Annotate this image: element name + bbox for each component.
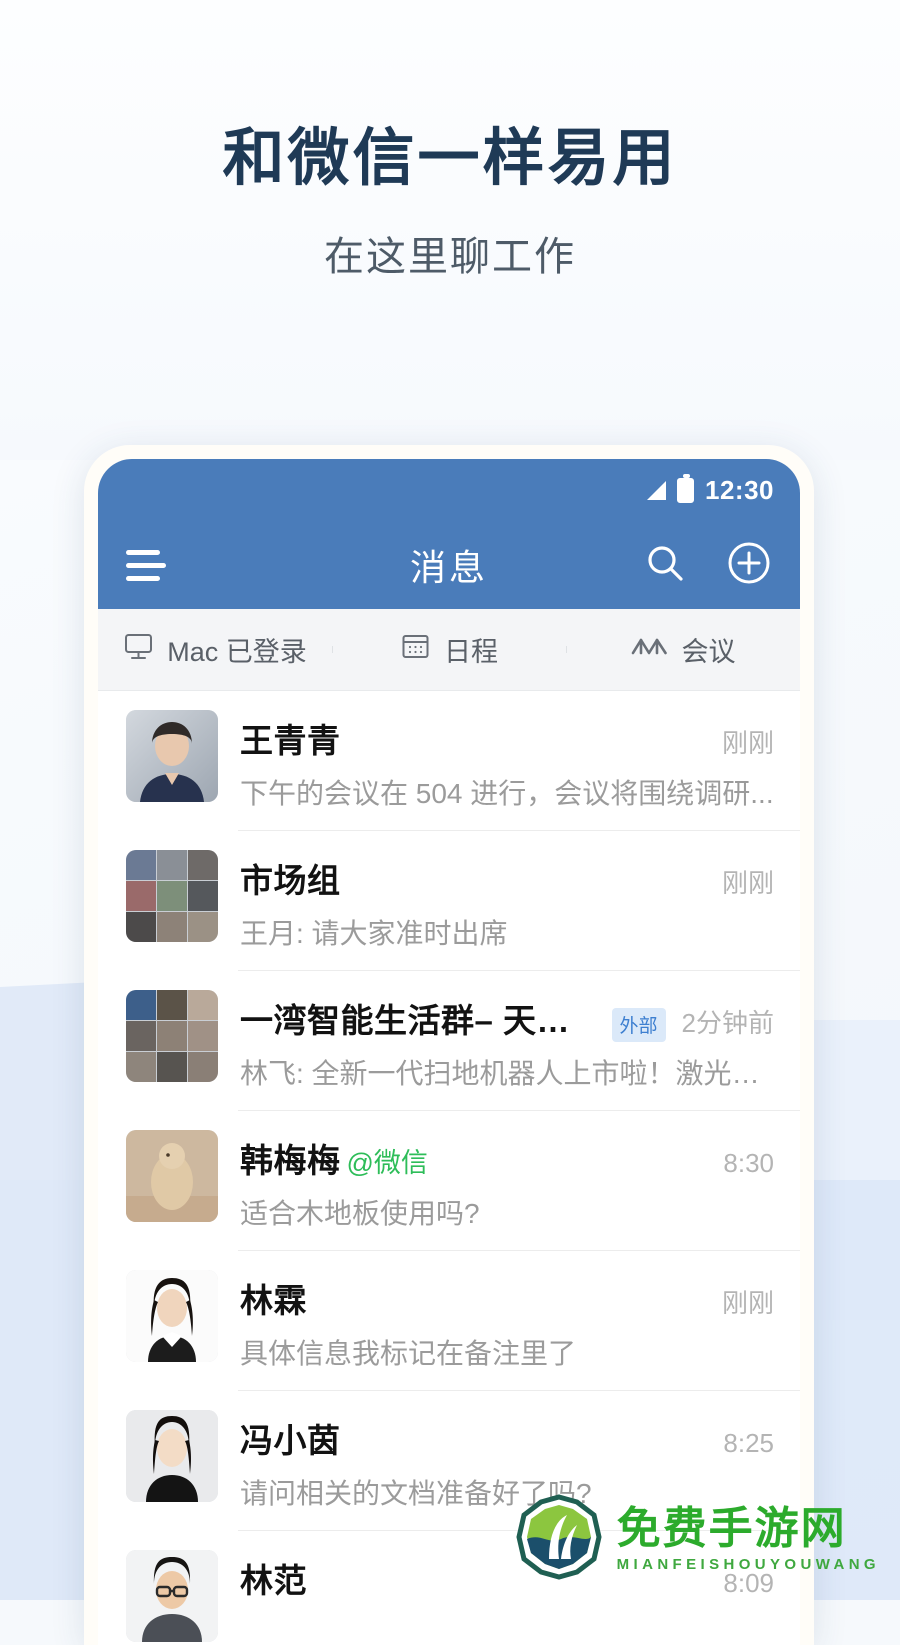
chat-time: 8:30 xyxy=(707,1148,774,1179)
avatar-cell xyxy=(126,1052,156,1082)
chat-name: 冯小茵 xyxy=(240,1414,341,1462)
page-title: 和微信一样易用 xyxy=(0,120,900,198)
chat-header-line: 林范 8:09 xyxy=(240,1554,774,1602)
chat-preview: 王月: 请大家准时出席 xyxy=(240,912,774,952)
chat-header-line: 韩梅梅 @微信 8:30 xyxy=(240,1134,774,1182)
calendar-icon xyxy=(400,631,431,669)
phone-screen: 12:30 消息 xyxy=(98,459,800,1645)
avatar-cell xyxy=(157,1021,187,1051)
status-bar-time: 12:30 xyxy=(705,475,774,506)
chat-preview: 下午的会议在 504 进行，会议将围绕调研... xyxy=(240,772,774,812)
avatar xyxy=(126,1270,218,1362)
chat-name: 一湾智能生活群– 天河店 xyxy=(240,994,600,1042)
avatar-cell xyxy=(126,990,156,1020)
avatar-cell xyxy=(157,850,187,880)
quick-action-label: 会议 xyxy=(682,630,736,669)
chat-name: 市场组 xyxy=(240,854,341,902)
monitor-icon xyxy=(123,631,154,669)
meeting-icon xyxy=(631,632,669,667)
avatar-cell xyxy=(126,1021,156,1051)
quick-action-label: 日程 xyxy=(444,630,498,669)
chat-time: 刚刚 xyxy=(706,1283,774,1320)
chat-header-line: 王青青 刚刚 xyxy=(240,714,774,762)
chat-name: 韩梅梅 xyxy=(240,1134,341,1182)
battery-icon xyxy=(677,478,694,503)
chat-name: 林霖 xyxy=(240,1274,307,1322)
avatar-cell xyxy=(188,1021,218,1051)
avatar-cell xyxy=(157,881,187,911)
chat-list-item[interactable]: 王青青 刚刚 下午的会议在 504 进行，会议将围绕调研... xyxy=(98,691,800,831)
chat-time: 8:09 xyxy=(707,1568,774,1599)
avatar-cell xyxy=(157,990,187,1020)
chat-content: 林范 8:09 xyxy=(240,1550,774,1602)
app-bar: 消息 xyxy=(98,521,800,609)
avatar-cell xyxy=(188,990,218,1020)
chat-content: 王青青 刚刚 下午的会议在 504 进行，会议将围绕调研... xyxy=(240,710,774,812)
chat-preview: 林飞: 全新一代扫地机器人上市啦！激光测... xyxy=(240,1052,774,1092)
chat-list-item[interactable]: 市场组 刚刚 王月: 请大家准时出席 xyxy=(98,831,800,971)
avatar-cell xyxy=(188,881,218,911)
quick-action-schedule[interactable]: 日程 xyxy=(332,630,566,669)
plus-circle-icon[interactable] xyxy=(726,540,772,591)
hamburger-line xyxy=(126,576,160,581)
chat-header-line: 冯小茵 8:25 xyxy=(240,1414,774,1462)
chat-content: 韩梅梅 @微信 8:30 适合木地板使用吗? xyxy=(240,1130,774,1232)
quick-action-bar: Mac 已登录 日程 xyxy=(98,609,800,691)
chat-header-line: 市场组 刚刚 xyxy=(240,854,774,902)
avatar xyxy=(126,1410,218,1502)
wechat-source-tag: @微信 xyxy=(347,1141,428,1180)
avatar-cell xyxy=(188,850,218,880)
hamburger-line xyxy=(126,563,166,568)
chat-list: 王青青 刚刚 下午的会议在 504 进行，会议将围绕调研... xyxy=(98,691,800,1645)
hamburger-line xyxy=(126,550,160,555)
chat-name: 林范 xyxy=(240,1554,307,1602)
quick-action-label: Mac 已登录 xyxy=(167,630,307,669)
avatar-cell xyxy=(126,881,156,911)
chat-list-item[interactable]: 韩梅梅 @微信 8:30 适合木地板使用吗? xyxy=(98,1111,800,1251)
chat-content: 市场组 刚刚 王月: 请大家准时出席 xyxy=(240,850,774,952)
avatar-cell xyxy=(157,912,187,942)
avatar xyxy=(126,850,218,942)
hero-section: 和微信一样易用 在这里聊工作 xyxy=(0,120,900,282)
chat-time: 8:25 xyxy=(707,1428,774,1459)
quick-action-meeting[interactable]: 会议 xyxy=(566,630,800,669)
avatar-cell xyxy=(126,912,156,942)
avatar xyxy=(126,1130,218,1222)
status-badge: 外部 xyxy=(612,1008,666,1042)
status-bar: 12:30 xyxy=(98,459,800,521)
avatar xyxy=(126,990,218,1082)
page-subtitle: 在这里聊工作 xyxy=(0,224,900,282)
chat-list-item[interactable]: 一湾智能生活群– 天河店 外部 2分钟前 林飞: 全新一代扫地机器人上市啦！激光… xyxy=(98,971,800,1111)
quick-action-mac[interactable]: Mac 已登录 xyxy=(98,630,332,669)
chat-preview: 适合木地板使用吗? xyxy=(240,1192,774,1232)
chat-content: 林霖 刚刚 具体信息我标记在备注里了 xyxy=(240,1270,774,1372)
avatar-cell xyxy=(126,850,156,880)
search-icon[interactable] xyxy=(644,542,686,589)
chat-header-line: 一湾智能生活群– 天河店 外部 2分钟前 xyxy=(240,994,774,1042)
signal-icon xyxy=(647,481,666,500)
chat-preview: 请问相关的文档准备好了吗? xyxy=(240,1472,774,1512)
phone-mockup: 12:30 消息 xyxy=(84,445,814,1645)
chat-list-item[interactable]: 林霖 刚刚 具体信息我标记在备注里了 xyxy=(98,1251,800,1391)
chat-time: 刚刚 xyxy=(706,723,774,760)
app-bar-actions xyxy=(644,540,772,591)
hamburger-menu-icon[interactable] xyxy=(126,550,170,581)
avatar-cell xyxy=(188,1052,218,1082)
chat-time: 刚刚 xyxy=(706,863,774,900)
chat-name: 王青青 xyxy=(240,714,341,762)
avatar-cell xyxy=(188,912,218,942)
chat-content: 冯小茵 8:25 请问相关的文档准备好了吗? xyxy=(240,1410,774,1512)
chat-preview: 具体信息我标记在备注里了 xyxy=(240,1332,774,1372)
chat-header-line: 林霖 刚刚 xyxy=(240,1274,774,1322)
chat-content: 一湾智能生活群– 天河店 外部 2分钟前 林飞: 全新一代扫地机器人上市啦！激光… xyxy=(240,990,774,1092)
avatar xyxy=(126,710,218,802)
avatar-cell xyxy=(157,1052,187,1082)
avatar xyxy=(126,1550,218,1642)
chat-list-item[interactable]: 冯小茵 8:25 请问相关的文档准备好了吗? xyxy=(98,1391,800,1531)
chat-time: 2分钟前 xyxy=(666,1003,774,1040)
chat-list-item[interactable]: 林范 8:09 xyxy=(98,1531,800,1645)
